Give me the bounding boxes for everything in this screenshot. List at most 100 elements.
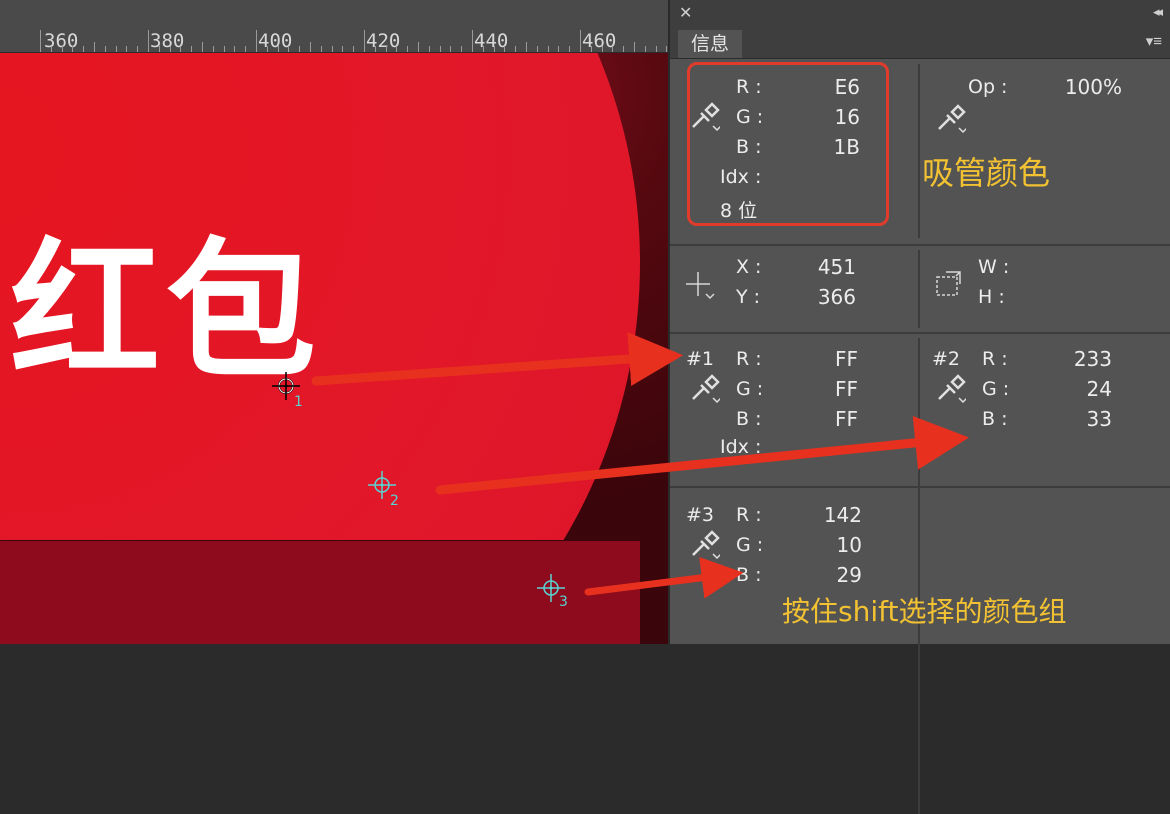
ruler-tick: [288, 46, 289, 52]
ruler-tick: [170, 46, 171, 52]
sample-1-red-label: R :: [736, 348, 762, 370]
color-sampler-3[interactable]: 3: [537, 574, 568, 610]
ruler-tick: [224, 46, 225, 52]
ruler-tick: [180, 46, 181, 52]
ruler-tick: [72, 46, 73, 52]
eyedropper-icon[interactable]: [690, 530, 720, 560]
panel-titlebar: ✕ ◂◂: [670, 0, 1170, 26]
sample-1-blue-label: B :: [736, 408, 762, 430]
sample-1-id: #1: [686, 348, 715, 370]
ruler-tick: [191, 46, 192, 52]
divider: [918, 250, 920, 328]
ruler-tick: [418, 42, 419, 52]
sample-3-blue-label: B :: [736, 564, 762, 586]
hongbao-text: 红包: [10, 225, 323, 399]
ruler-tick: [353, 46, 354, 52]
sampler-number: 3: [559, 594, 568, 610]
ruler-tick: [537, 46, 538, 52]
sampler-number: 1: [294, 394, 303, 410]
ruler-tick: [548, 46, 549, 52]
ruler-tick: [407, 46, 408, 52]
ruler-tick: [213, 46, 214, 52]
crosshair-cursor-icon: [686, 272, 715, 300]
sample-2-blue-value: 33: [1086, 407, 1112, 431]
eyedropper-icon[interactable]: [936, 104, 966, 134]
ruler-tick: [440, 46, 441, 52]
color-sampler-1[interactable]: 1: [272, 372, 303, 410]
ruler-tick: [623, 46, 624, 52]
document-canvas[interactable]: 360 380 400 420 440 460 红包 1 2 3: [0, 0, 668, 644]
ruler-tick: [299, 46, 300, 52]
ruler-tick: [310, 42, 311, 52]
opacity-label: Op :: [968, 76, 1008, 98]
ruler-tick: [105, 46, 106, 52]
ruler-tick: [386, 46, 387, 52]
sample-2-green-label: G :: [982, 378, 1010, 400]
color-sampler-2[interactable]: 2: [368, 471, 399, 509]
sample-2-blue-label: B :: [982, 408, 1008, 430]
sample-1-blue-value: FF: [834, 407, 858, 431]
width-label: W :: [978, 256, 1010, 278]
image-content: 红包: [0, 53, 668, 644]
eyedropper-annotation: 吸管颜色: [922, 154, 1051, 192]
ruler-tick: [94, 42, 95, 52]
ruler-tick: [472, 30, 473, 52]
y-value: 366: [817, 285, 856, 309]
ruler-tick: [321, 46, 322, 52]
ruler-tick: [656, 46, 657, 52]
panel-tabbar: 信息 ▾≡: [670, 26, 1170, 59]
selection-size-icon: [936, 271, 961, 296]
tab-info[interactable]: 信息: [678, 30, 742, 58]
y-label: Y :: [736, 286, 761, 308]
ruler-tick: [558, 46, 559, 52]
info-panel: ✕ ◂◂ 信息 ▾≡ R : G : B : Idx : 8 位 E6 16 1…: [668, 0, 1170, 814]
sample-2-green-value: 24: [1086, 377, 1112, 401]
sample-1-green-label: G :: [736, 378, 764, 400]
opacity-value: 100%: [1064, 75, 1122, 99]
ruler-tick: [666, 46, 667, 52]
ruler-tick: [256, 30, 257, 52]
ruler-tick: [364, 30, 365, 52]
ruler-tick: [526, 42, 527, 52]
ruler-tick: [591, 46, 592, 52]
ruler-tick: [602, 46, 603, 52]
sample-3-red-value: 142: [823, 503, 862, 527]
sample-1-green-value: FF: [834, 377, 858, 401]
sample-2-red-label: R :: [982, 348, 1008, 370]
ruler-tick: [278, 46, 279, 52]
ruler-tick: [634, 42, 635, 52]
sample-3-red-label: R :: [736, 504, 762, 526]
sample-2-red-value: 233: [1073, 347, 1112, 371]
height-label: H :: [978, 286, 1005, 308]
panel-menu-icon[interactable]: ▾≡: [1146, 32, 1162, 50]
divider: [918, 64, 920, 238]
ruler-tick: [51, 46, 52, 52]
x-value: 451: [817, 255, 856, 279]
eyedropper-icon[interactable]: [690, 374, 720, 404]
ruler-tick: [645, 46, 646, 52]
divider: [670, 332, 1170, 334]
ruler-tick: [396, 46, 397, 52]
ruler-tick: [580, 30, 581, 52]
ruler-tick: [62, 46, 63, 52]
ruler-tick: [137, 46, 138, 52]
ruler-tick: [515, 46, 516, 52]
ruler-tick: [494, 46, 495, 52]
horizontal-ruler: 360 380 400 420 440 460: [0, 0, 668, 53]
sample-3-green-value: 10: [836, 533, 862, 557]
ruler-tick: [148, 30, 149, 52]
sample-3-green-label: G :: [736, 534, 764, 556]
close-icon[interactable]: ✕: [679, 3, 692, 23]
collapse-icon[interactable]: ◂◂: [1153, 4, 1163, 20]
divider: [918, 338, 920, 814]
ruler-tick: [429, 46, 430, 52]
ruler-tick: [461, 46, 462, 52]
ruler-tick: [450, 46, 451, 52]
ruler-tick: [267, 46, 268, 52]
ruler-tick: [159, 46, 160, 52]
ruler-tick: [504, 46, 505, 52]
ruler-tick: [83, 46, 84, 52]
sample-1-index-label: Idx :: [720, 436, 762, 458]
x-label: X :: [736, 256, 762, 278]
eyedropper-icon[interactable]: [936, 374, 966, 404]
